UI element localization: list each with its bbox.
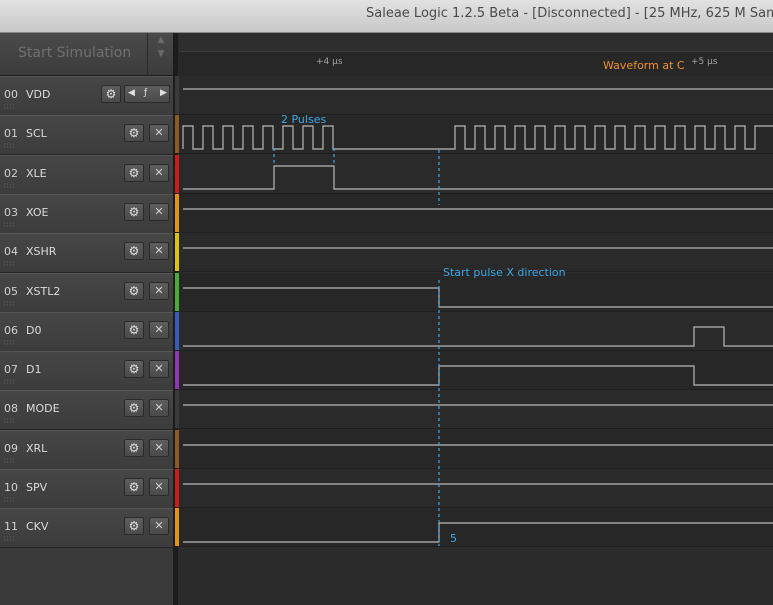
waveform-d1: [183, 365, 773, 386]
waveform-xle: [183, 165, 773, 190]
waveform-scl: [182, 125, 773, 150]
waveform-ckv: [183, 522, 773, 543]
waveform-canvas[interactable]: [0, 0, 773, 605]
waveform-d0: [183, 326, 773, 347]
waveform-xstl2: [183, 287, 773, 308]
